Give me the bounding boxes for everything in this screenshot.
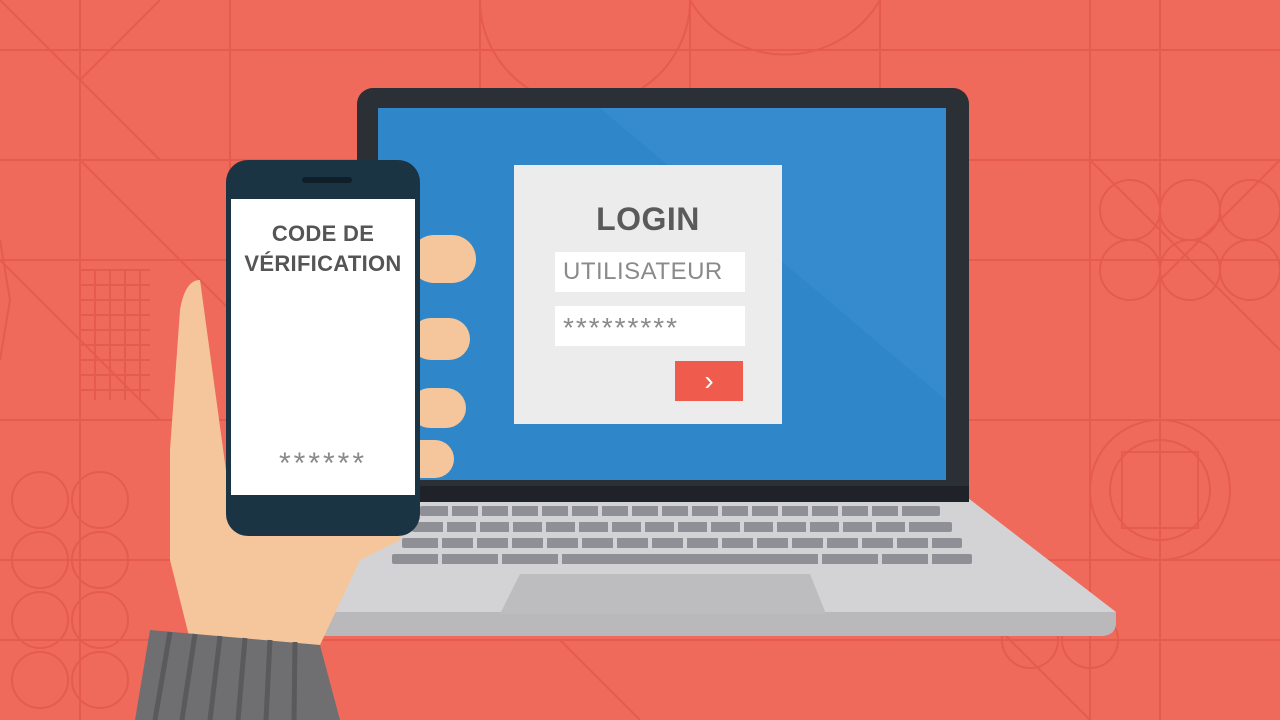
- phone-speaker: [302, 177, 352, 183]
- login-submit-button[interactable]: ›: [675, 361, 743, 401]
- phone-screen: CODE DE VÉRIFICATION ******: [231, 199, 415, 495]
- login-panel: LOGIN UTILISATEUR ********* ›: [514, 165, 782, 424]
- laptop-base-edge: [282, 612, 1116, 636]
- password-field[interactable]: *********: [555, 306, 745, 346]
- login-title: LOGIN: [596, 201, 700, 237]
- trackpad: [500, 574, 826, 614]
- username-field[interactable]: UTILISATEUR: [555, 252, 745, 292]
- chevron-right-icon: ›: [704, 365, 714, 396]
- verification-code: ******: [278, 447, 368, 480]
- verification-title: CODE DE VÉRIFICATION: [244, 221, 402, 276]
